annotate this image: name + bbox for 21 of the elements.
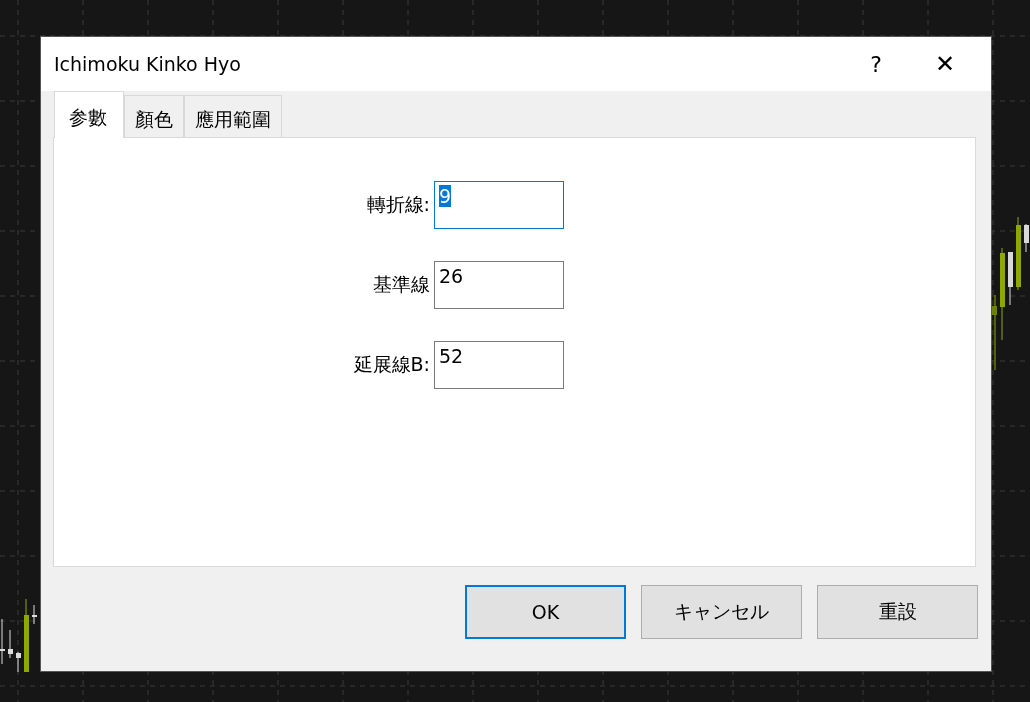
candlestick	[16, 651, 21, 673]
tab[interactable]: 應用範圍	[184, 95, 282, 137]
candlestick	[1008, 251, 1013, 306]
tab[interactable]: 顏色	[124, 95, 184, 137]
dialog-button[interactable]: OK	[465, 585, 626, 639]
input-field[interactable]: 26	[434, 261, 564, 309]
window-title: Ichimoku Kinko Hyo	[54, 53, 242, 75]
field-label: 基準線	[372, 272, 431, 297]
help-button[interactable]: ?	[853, 37, 899, 91]
dialog-button[interactable]: 重設	[817, 585, 978, 639]
field-label: 延展線B:	[352, 352, 431, 377]
candlestick	[0, 618, 5, 665]
candlestick	[1024, 223, 1029, 253]
input-field[interactable]: 52	[434, 341, 564, 389]
dialog-button[interactable]: キャンセル	[641, 585, 802, 639]
tab[interactable]: 参數	[54, 91, 124, 138]
input-field[interactable]: 9	[434, 181, 564, 229]
candlestick	[8, 629, 13, 659]
close-button[interactable]: ✕	[899, 37, 991, 91]
candlestick	[32, 604, 37, 625]
field-label: 轉折線:	[365, 192, 431, 217]
